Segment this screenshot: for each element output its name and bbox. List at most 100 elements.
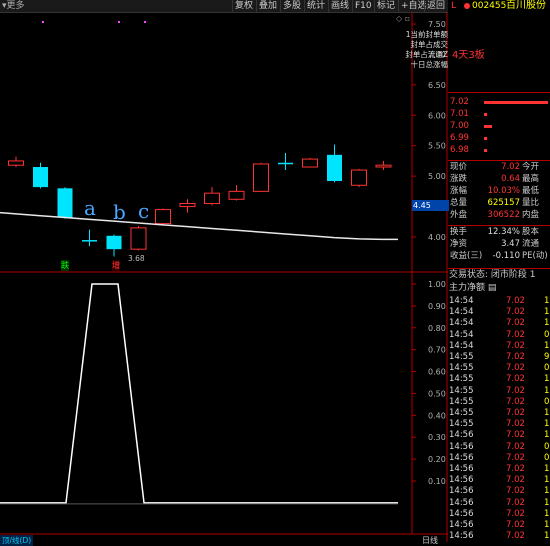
sub-tick-label: 0.40 <box>428 411 446 420</box>
tick-time: 14:56 <box>449 441 474 452</box>
tick-time: 14:56 <box>449 475 474 486</box>
tick-row: 14:56 7.02 1 <box>448 520 550 531</box>
quote-key: 总量 <box>450 198 468 208</box>
tick-price: 7.02 <box>506 385 525 396</box>
candle-body <box>57 188 73 218</box>
stock-code: 002455 <box>472 1 507 11</box>
tab-main-net[interactable]: 主力净额 ▤ <box>449 282 496 294</box>
y-tick-label: 5.00 <box>428 172 446 181</box>
back-button[interactable]: 返回 <box>424 0 447 12</box>
tick-time: 14:54 <box>449 318 474 329</box>
volume-bar <box>484 125 492 128</box>
tick-price: 7.02 <box>506 352 525 362</box>
tick-price: 7.02 <box>506 318 525 329</box>
period-label[interactable]: 日线 <box>422 535 438 546</box>
tick-time: 14:56 <box>449 452 474 463</box>
tick-volume: 0 <box>544 363 550 374</box>
candle-body <box>253 163 269 192</box>
quote-key-2: 今开 <box>522 162 540 172</box>
fundamentals-block: 换手 12.34% 股本 净资 3.47 流通 收益(三) -0.110 PE(动) <box>448 227 550 267</box>
kline-chart[interactable]: 7.507.006.506.005.505.004.504.001.000.90… <box>0 12 448 542</box>
tick-volume: 0 <box>544 441 550 452</box>
tick-volume: 1 <box>544 508 550 519</box>
order-book-row[interactable]: 6.99 <box>448 133 550 144</box>
tick-row: 14:54 7.02 1 <box>448 318 550 329</box>
sub-tick-label: 0.60 <box>428 368 446 377</box>
status-line: 封单占流通Z <box>405 50 448 59</box>
quote-key: 现价 <box>450 162 468 172</box>
tick-volume: 1 <box>544 475 550 486</box>
tick-row: 14:55 7.02 0 <box>448 363 550 374</box>
marker-a: a <box>84 196 96 220</box>
candlestick-series <box>8 144 392 257</box>
tick-row: 14:55 7.02 9 <box>448 352 550 363</box>
tick-row: 14:56 7.02 1 <box>448 486 550 497</box>
tick-price: 7.02 <box>506 497 525 508</box>
tab-label: 主力净额 <box>449 283 486 293</box>
chart-axes: 7.507.006.506.005.505.004.504.001.000.90… <box>0 12 448 542</box>
tick-volume: 1 <box>544 307 550 318</box>
tick-row: 14:56 7.02 1 <box>448 509 550 520</box>
sub-tick-label: 0.80 <box>428 324 446 333</box>
indicator-series <box>0 283 398 505</box>
quote-key-2: PE(动) <box>522 251 548 261</box>
tick-price: 7.02 <box>506 296 525 306</box>
quote-key: 涨跌 <box>450 174 468 184</box>
tick-row: 14:55 7.02 1 <box>448 408 550 419</box>
tick-time: 14:55 <box>449 396 474 407</box>
quote-value: 625157 <box>487 198 520 208</box>
draw-line-button[interactable]: 画线 <box>328 0 351 12</box>
mark-button[interactable]: 标记 <box>374 0 397 12</box>
tick-volume: 0 <box>544 396 550 407</box>
candle-body <box>228 190 245 200</box>
quote-value: 3.47 <box>501 239 520 249</box>
volume-bar <box>484 149 487 152</box>
multi-stock-button[interactable]: 多股 <box>280 0 303 12</box>
overlay-button[interactable]: 叠加 <box>256 0 279 12</box>
tick-row: 14:54 7.02 1 <box>448 341 550 352</box>
quote-row: 换手 12.34% 股本 <box>448 227 550 238</box>
fuquan-button[interactable]: 复权 <box>232 0 255 12</box>
bottom-left-tab[interactable]: 顶/线(D) <box>0 535 34 546</box>
tick-time: 14:56 <box>449 508 474 519</box>
trade-status: 交易状态: 闭市阶段 1 <box>449 269 536 281</box>
chart-grid <box>42 21 146 23</box>
tick-time: 14:54 <box>449 329 474 340</box>
order-book-row[interactable]: 7.00 <box>448 121 550 132</box>
tick-row: 14:56 7.02 0 <box>448 453 550 464</box>
quote-row: 涨跌 0.64 最高 <box>448 174 550 185</box>
tick-time: 14:55 <box>449 374 474 385</box>
y-tick-label: 7.50 <box>428 20 446 29</box>
quote-value: 12.34% <box>487 227 520 237</box>
order-book-row[interactable]: 7.02 <box>448 97 550 108</box>
indicator-line <box>0 283 398 504</box>
tick-price: 7.02 <box>506 430 525 441</box>
status-line: 1当前封单额 <box>405 30 448 39</box>
grid-icon: ▤ <box>487 283 497 293</box>
settings-icons[interactable]: ◇ ▫ <box>396 14 410 23</box>
stock-prefix: L <box>451 1 457 11</box>
quote-value: 10.03% <box>487 186 520 196</box>
sub-tick-label: 0.50 <box>428 389 446 398</box>
tick-price: 7.02 <box>506 475 525 486</box>
tick-price: 7.02 <box>506 307 525 318</box>
tick-price: 7.02 <box>506 340 525 351</box>
sub-tick-label: 0.30 <box>428 433 446 442</box>
tick-time: 14:54 <box>449 296 474 306</box>
quote-row: 收益(三) -0.110 PE(动) <box>448 251 550 262</box>
min-price-label: 3.68 <box>128 254 145 263</box>
order-book-row[interactable]: 7.01 <box>448 109 550 120</box>
tick-time: 14:54 <box>449 307 474 318</box>
y-tick-label: 6.00 <box>428 111 446 120</box>
stats-button[interactable]: 统计 <box>304 0 327 12</box>
quote-row: 外盘 306522 内盘 <box>448 210 550 221</box>
f10-button[interactable]: F10 <box>352 0 374 12</box>
quote-row: 涨幅 10.03% 最低 <box>448 186 550 197</box>
more-menu-button[interactable]: ▾更多 <box>2 0 25 12</box>
quote-value: 306522 <box>487 210 520 220</box>
order-book-row[interactable]: 6.98 <box>448 145 550 156</box>
stock-name: 百川股份 <box>506 0 546 11</box>
quote-key-2: 量比 <box>522 198 540 208</box>
tick-row: 14:56 7.02 1 <box>448 498 550 509</box>
tick-volume: 1 <box>544 486 550 497</box>
